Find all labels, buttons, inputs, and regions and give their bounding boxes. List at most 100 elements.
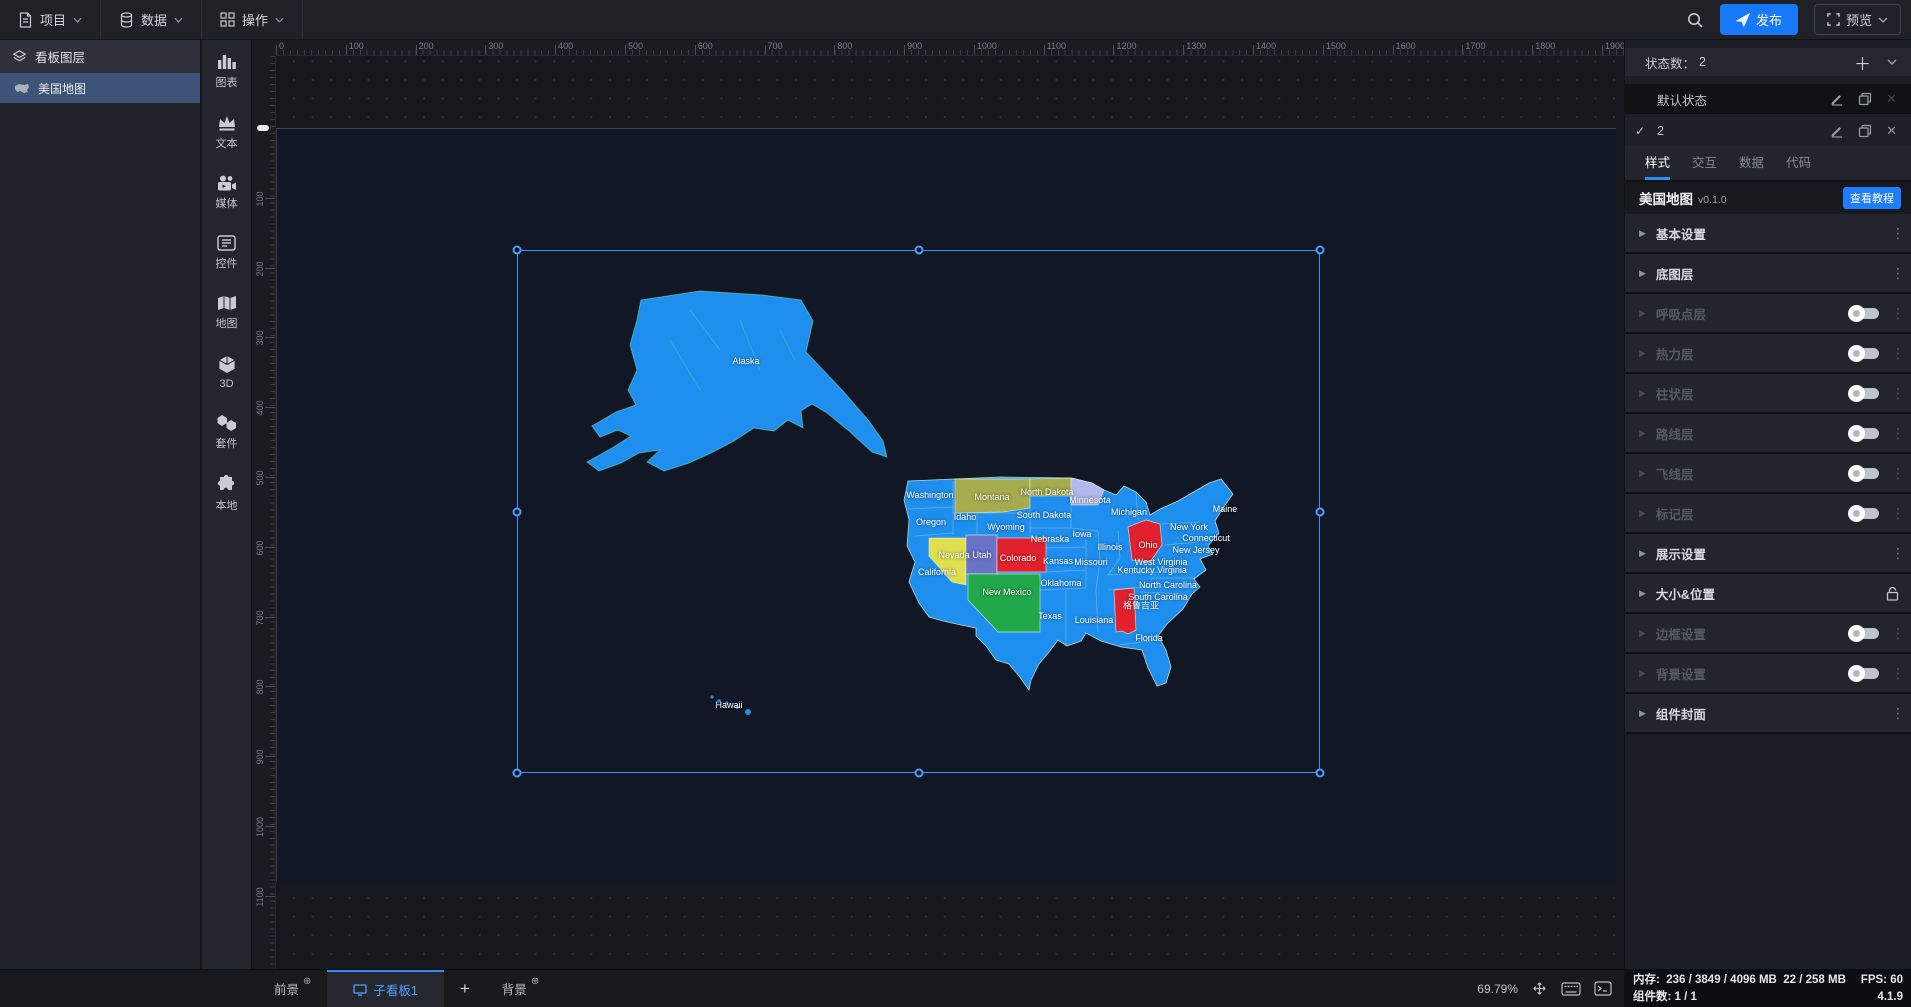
expand-arrow-icon[interactable]: ▶ <box>1639 428 1646 439</box>
kebab-menu-icon[interactable]: ⋮ <box>1891 266 1905 280</box>
expand-arrow-icon[interactable]: ▶ <box>1639 468 1646 479</box>
expand-arrow-icon[interactable]: ▶ <box>1639 228 1646 239</box>
state-count-value: 2 <box>1699 55 1706 69</box>
add-board-button[interactable]: + <box>444 970 486 1007</box>
kebab-menu-icon[interactable]: ⋮ <box>1891 386 1905 400</box>
tab-数据[interactable]: 数据 <box>1739 152 1764 180</box>
preview-button[interactable]: 预览 <box>1813 4 1901 35</box>
foreground-tab[interactable]: 前景 ⊕ <box>258 970 327 1007</box>
add-background-icon[interactable]: ⊕ <box>531 976 539 987</box>
toggle-off[interactable] <box>1848 504 1879 522</box>
expand-arrow-icon[interactable]: ▶ <box>1639 508 1646 519</box>
ruler-label: 700 <box>767 41 783 51</box>
kebab-menu-icon[interactable]: ⋮ <box>1891 706 1905 720</box>
toggle-off[interactable] <box>1848 344 1879 362</box>
tab-交互[interactable]: 交互 <box>1692 152 1717 180</box>
expand-arrow-icon[interactable]: ▶ <box>1639 548 1646 559</box>
fit-screen-icon[interactable] <box>1531 980 1548 997</box>
section-标记层[interactable]: ▶ 标记层 ⋮ <box>1625 494 1911 534</box>
toggle-off[interactable] <box>1848 624 1879 642</box>
selection-handle[interactable] <box>914 768 923 778</box>
toggle-off[interactable] <box>1848 464 1879 482</box>
add-state-button[interactable]: ＋ <box>1854 50 1871 75</box>
section-背景设置[interactable]: ▶ 背景设置 ⋮ <box>1625 654 1911 694</box>
tool-kit[interactable]: 套件 <box>216 414 238 451</box>
section-边框设置[interactable]: ▶ 边框设置 ⋮ <box>1625 614 1911 654</box>
layer-item-usa-map[interactable]: 美国地图 <box>0 73 200 103</box>
kebab-menu-icon[interactable]: ⋮ <box>1891 226 1905 240</box>
add-foreground-icon[interactable]: ⊕ <box>303 976 311 987</box>
section-底图层[interactable]: ▶ 底图层 ⋮ <box>1625 254 1911 294</box>
section-呼吸点层[interactable]: ▶ 呼吸点层 ⋮ <box>1625 294 1911 334</box>
tutorial-button[interactable]: 查看教程 <box>1843 187 1901 209</box>
selection-handle[interactable] <box>1315 245 1325 255</box>
subboard-tab[interactable]: 子看板1 <box>327 970 444 1007</box>
state-row-2[interactable]: ✓ 2 ✕ <box>1625 116 1911 146</box>
publish-button[interactable]: 发布 <box>1719 4 1798 35</box>
edit-icon[interactable] <box>1830 92 1844 106</box>
expand-arrow-icon[interactable]: ▶ <box>1639 348 1646 359</box>
tool-media[interactable]: 媒体 <box>216 175 238 211</box>
lock-icon[interactable] <box>1886 586 1899 601</box>
section-基本设置[interactable]: ▶ 基本设置 ⋮ <box>1625 214 1911 254</box>
selection-handle[interactable] <box>1315 768 1325 778</box>
edit-icon[interactable] <box>1830 124 1844 138</box>
tool-threed[interactable]: 3D <box>218 355 236 390</box>
ruler-label: 900 <box>907 41 923 51</box>
section-大小&位置[interactable]: ▶ 大小&位置 <box>1625 574 1911 614</box>
toggle-off[interactable] <box>1848 664 1879 682</box>
tool-local[interactable]: 本地 <box>216 475 238 513</box>
section-路线层[interactable]: ▶ 路线层 ⋮ <box>1625 414 1911 454</box>
tab-样式[interactable]: 样式 <box>1645 152 1671 180</box>
copy-icon[interactable] <box>1858 124 1872 138</box>
kebab-menu-icon[interactable]: ⋮ <box>1891 666 1905 680</box>
selection-handle[interactable] <box>512 768 522 778</box>
kebab-menu-icon[interactable]: ⋮ <box>1891 426 1905 440</box>
selection-handle[interactable] <box>914 245 923 255</box>
copy-icon[interactable] <box>1858 92 1872 106</box>
expand-arrow-icon[interactable]: ▶ <box>1639 628 1646 639</box>
tool-map[interactable]: 地图 <box>216 295 238 331</box>
section-组件封面[interactable]: ▶ 组件封面 ⋮ <box>1625 694 1911 734</box>
expand-arrow-icon[interactable]: ▶ <box>1639 588 1646 599</box>
kebab-menu-icon[interactable]: ⋮ <box>1891 626 1905 640</box>
expand-arrow-icon[interactable]: ▶ <box>1639 708 1646 719</box>
menu-project[interactable]: 项目 <box>0 0 102 39</box>
selection-handle[interactable] <box>1315 507 1325 516</box>
kebab-menu-icon[interactable]: ⋮ <box>1891 466 1905 480</box>
zoom-level[interactable]: 69.79% <box>1477 982 1518 996</box>
selection-handle[interactable] <box>512 245 522 255</box>
toggle-off[interactable] <box>1848 304 1879 322</box>
kebab-menu-icon[interactable]: ⋮ <box>1891 546 1905 560</box>
tool-text[interactable]: 文本 <box>216 114 238 151</box>
section-飞线层[interactable]: ▶ 飞线层 ⋮ <box>1625 454 1911 494</box>
tool-widget[interactable]: 控件 <box>216 235 238 271</box>
selection-handle[interactable] <box>512 507 522 516</box>
expand-arrow-icon[interactable]: ▶ <box>1639 668 1646 679</box>
console-icon[interactable] <box>1594 981 1612 996</box>
state-row-1[interactable]: 默认状态 ✕ <box>1625 84 1911 114</box>
section-展示设置[interactable]: ▶ 展示设置 ⋮ <box>1625 534 1911 574</box>
ruler-tick <box>265 546 275 548</box>
expand-arrow-icon[interactable]: ▶ <box>1639 388 1646 399</box>
toggle-off[interactable] <box>1848 424 1879 442</box>
tool-chart[interactable]: 图表 <box>216 52 238 90</box>
expand-arrow-icon[interactable]: ▶ <box>1639 308 1646 319</box>
kebab-menu-icon[interactable]: ⋮ <box>1891 346 1905 360</box>
menu-data[interactable]: 数据 <box>101 0 203 39</box>
kebab-menu-icon[interactable]: ⋮ <box>1891 306 1905 320</box>
background-tab[interactable]: 背景 ⊕ <box>486 970 555 1007</box>
collapse-states-icon[interactable] <box>1887 59 1897 65</box>
kebab-menu-icon[interactable]: ⋮ <box>1891 506 1905 520</box>
close-icon[interactable]: ✕ <box>1886 123 1897 139</box>
keyboard-icon[interactable] <box>1561 981 1581 996</box>
section-柱状层[interactable]: ▶ 柱状层 ⋮ <box>1625 374 1911 414</box>
design-canvas[interactable]: Alaska Washington Montana North Dakota Minne… <box>252 40 1624 969</box>
toggle-off[interactable] <box>1848 384 1879 402</box>
menu-ops[interactable]: 操作 <box>202 0 304 39</box>
selection-rectangle[interactable] <box>517 250 1320 773</box>
expand-arrow-icon[interactable]: ▶ <box>1639 268 1646 279</box>
tab-代码[interactable]: 代码 <box>1786 152 1811 180</box>
section-热力层[interactable]: ▶ 热力层 ⋮ <box>1625 334 1911 374</box>
search-icon[interactable] <box>1686 11 1704 29</box>
